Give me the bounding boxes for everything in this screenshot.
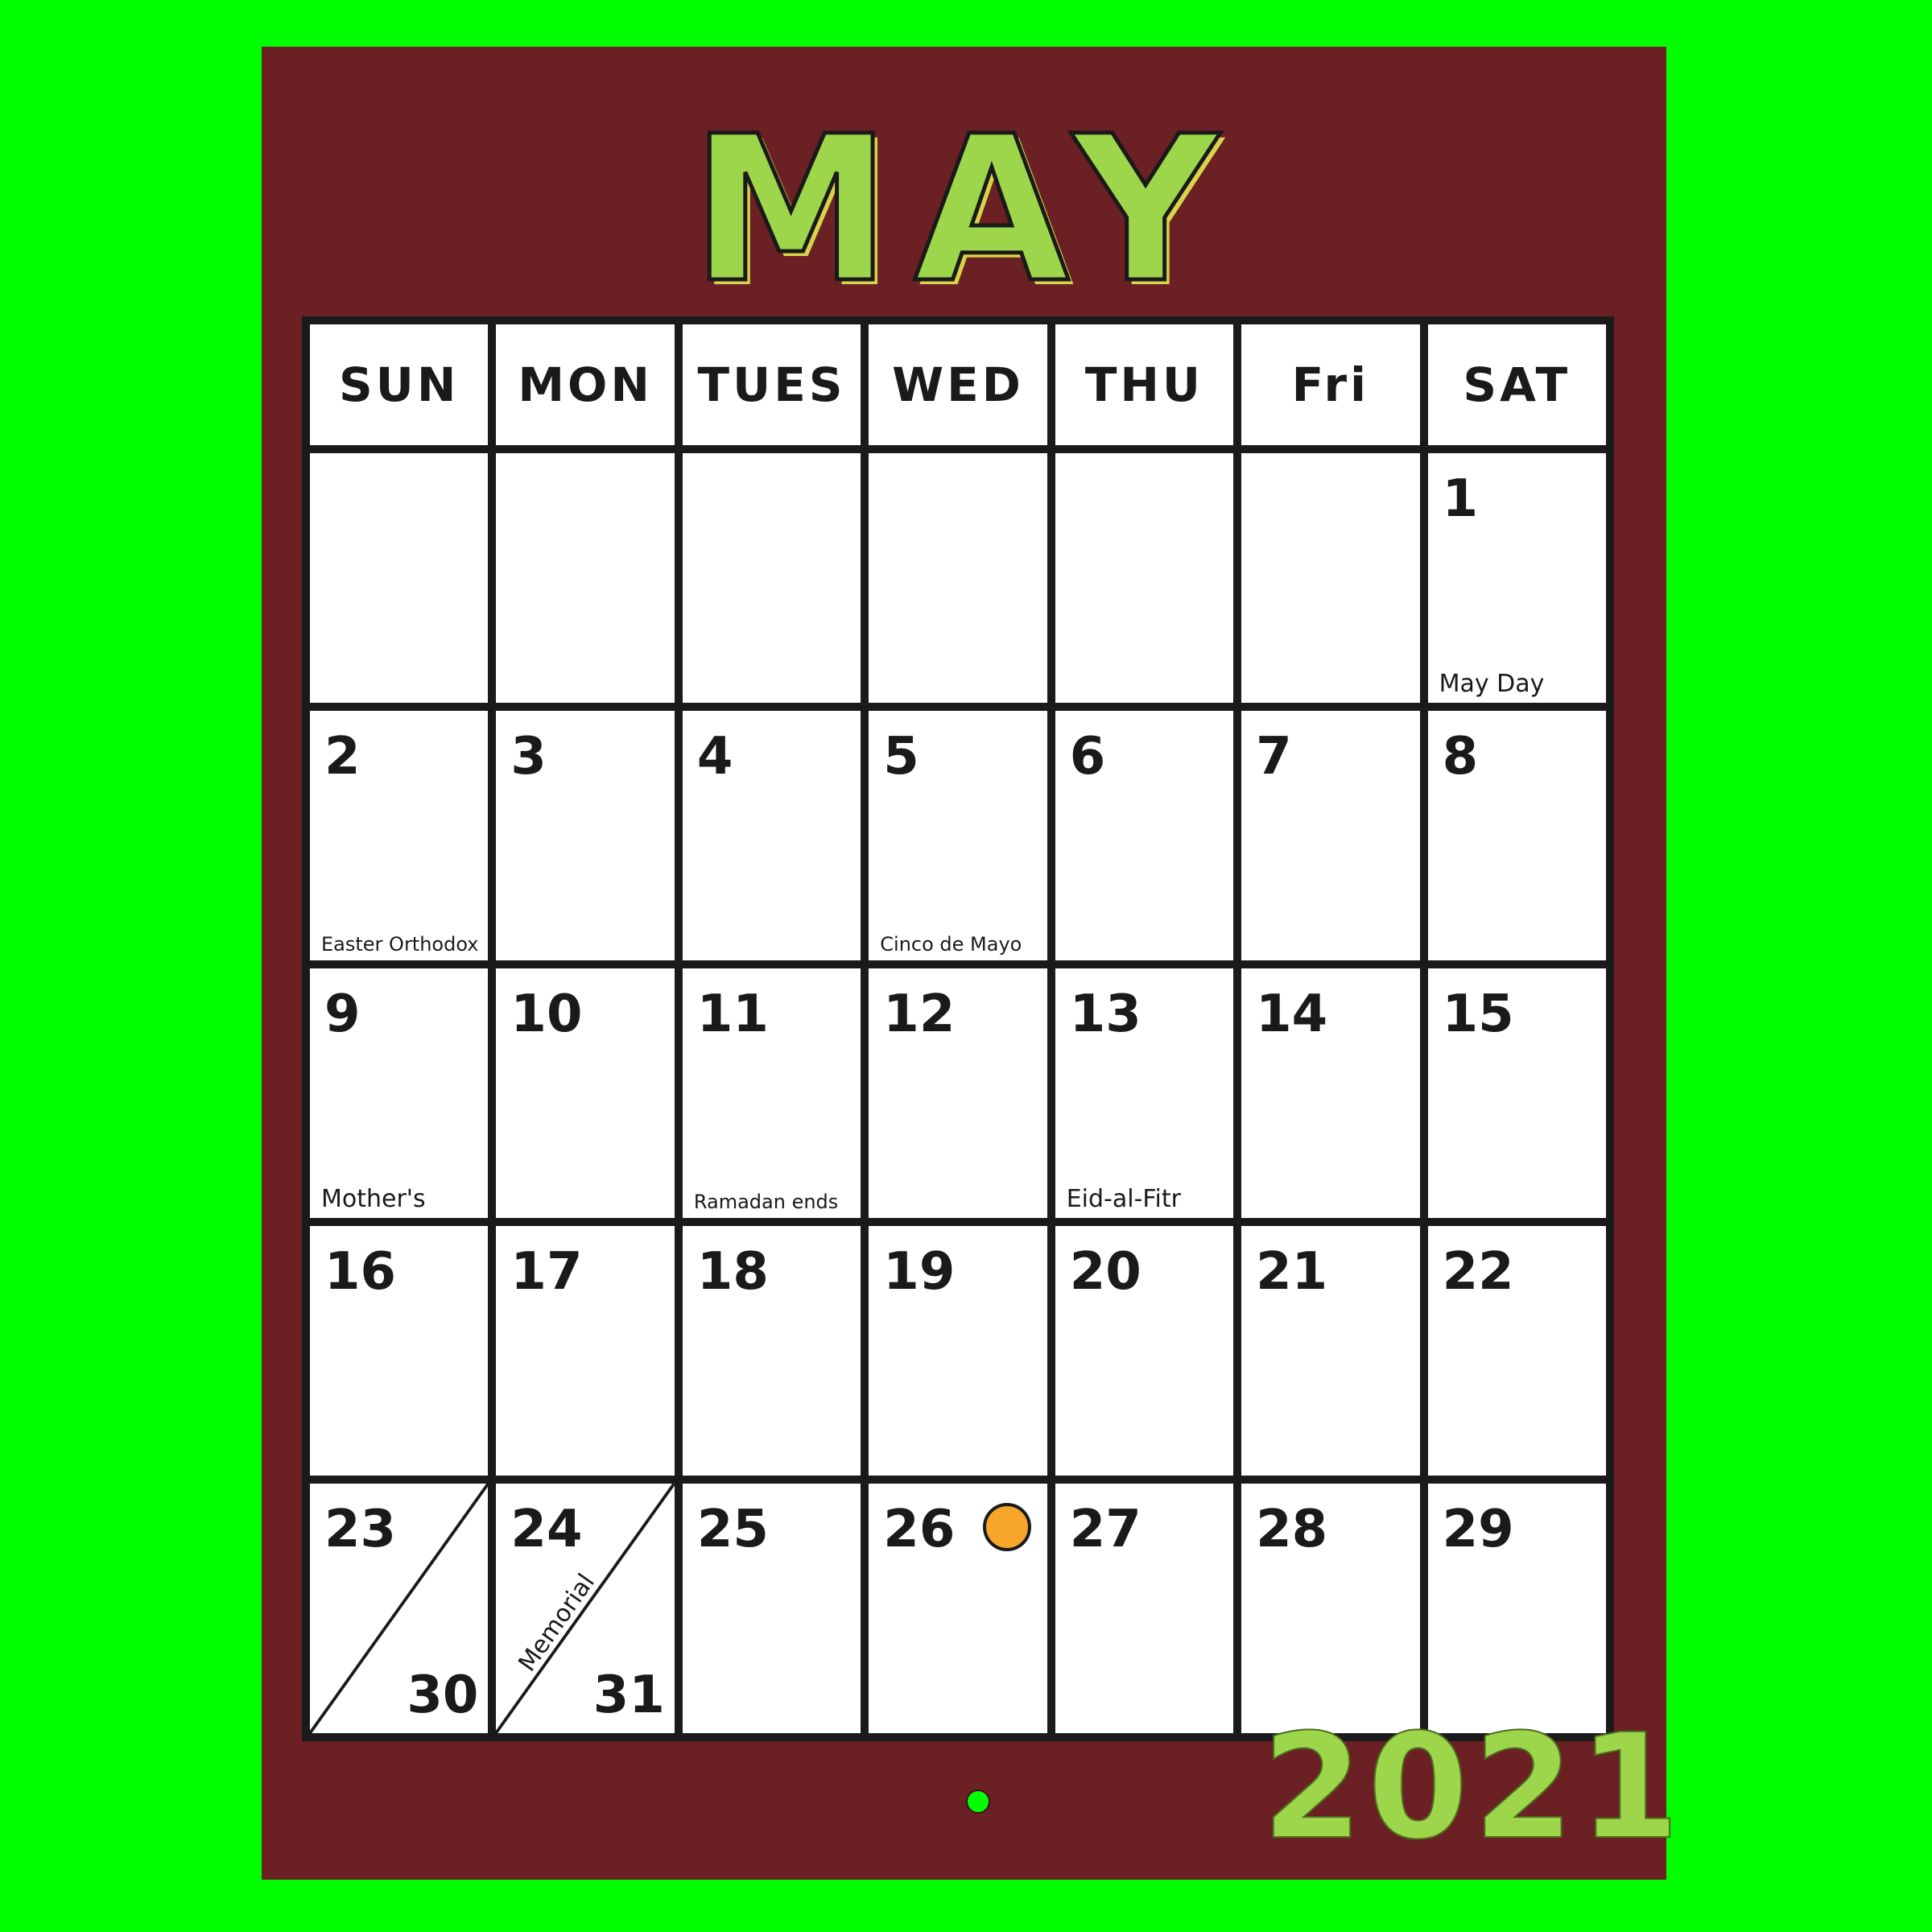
day-number: 5	[883, 727, 919, 786]
day-cell-21: 21	[1241, 1226, 1420, 1476]
weekday-mon: MON	[496, 324, 675, 445]
day-number: 21	[1256, 1242, 1328, 1302]
day-number: 24	[510, 1500, 583, 1559]
holiday-note: Mother's	[321, 1185, 426, 1213]
day-number: 16	[324, 1242, 397, 1302]
day-cell-18: 18	[682, 1226, 861, 1476]
day-cell-empty	[310, 453, 489, 703]
day-cell-8: 8	[1427, 711, 1606, 960]
day-cell-2: 2 Easter Orthodox	[310, 711, 489, 960]
day-cell-24-31: 24 Memorial 31	[496, 1484, 675, 1733]
calendar-grid: SUN MON TUES WED THU Fri SAT 1 May Day 2…	[302, 316, 1614, 1741]
day-number: 10	[510, 985, 583, 1044]
day-number-secondary: 30	[407, 1666, 479, 1725]
day-number: 25	[696, 1500, 769, 1559]
day-number: 9	[324, 985, 361, 1044]
year-label: 2021	[1261, 1703, 1685, 1872]
holiday-note: Eid-al-Fitr	[1066, 1185, 1181, 1213]
day-number: 27	[1069, 1500, 1141, 1559]
day-number: 20	[1069, 1242, 1141, 1302]
day-number-secondary: 31	[592, 1666, 665, 1725]
day-cell-16: 16	[310, 1226, 489, 1476]
day-number: 3	[510, 727, 547, 786]
holiday-note: May Day	[1439, 670, 1545, 698]
day-cell-22: 22	[1427, 1226, 1606, 1476]
full-moon-icon	[982, 1503, 1031, 1551]
day-cell-19: 19	[869, 1226, 1047, 1476]
day-number: 23	[324, 1500, 397, 1559]
day-number: 17	[510, 1242, 583, 1302]
day-cell-17: 17	[496, 1226, 675, 1476]
day-cell-6: 6	[1055, 711, 1234, 960]
day-cell-13: 13 Eid-al-Fitr	[1055, 968, 1234, 1218]
calendar-page: MAY SUN MON TUES WED THU Fri SAT 1 May D…	[262, 47, 1685, 1880]
day-cell-3: 3	[496, 711, 675, 960]
weekday-sat: SAT	[1427, 324, 1606, 445]
month-title: MAY	[689, 92, 1241, 327]
day-number: 1	[1442, 469, 1479, 529]
holiday-note: Ramadan ends	[693, 1191, 839, 1213]
day-cell-5: 5 Cinco de Mayo	[869, 711, 1047, 960]
day-cell-23-30: 23 30	[310, 1484, 489, 1733]
weekday-fri: Fri	[1241, 324, 1420, 445]
day-cell-empty	[869, 453, 1047, 703]
day-number: 28	[1256, 1500, 1328, 1559]
day-cell-9: 9 Mother's	[310, 968, 489, 1218]
day-number: 4	[696, 727, 733, 786]
hanging-hole	[966, 1790, 990, 1814]
day-cell-10: 10	[496, 968, 675, 1218]
day-cell-empty	[1055, 453, 1234, 703]
day-number: 18	[696, 1242, 769, 1302]
weekday-sun: SUN	[310, 324, 489, 445]
day-cell-26: 26	[869, 1484, 1047, 1733]
day-cell-empty	[496, 453, 675, 703]
weekday-wed: WED	[869, 324, 1047, 445]
day-number: 7	[1256, 727, 1292, 786]
day-number: 8	[1442, 727, 1479, 786]
day-number: 13	[1069, 985, 1141, 1044]
day-cell-4: 4	[682, 711, 861, 960]
day-number: 2	[324, 727, 361, 786]
day-cell-empty	[1241, 453, 1420, 703]
day-cell-7: 7	[1241, 711, 1420, 960]
day-cell-29: 29	[1427, 1484, 1606, 1733]
weekday-thu: THU	[1055, 324, 1234, 445]
day-cell-empty	[682, 453, 861, 703]
day-cell-14: 14	[1241, 968, 1420, 1218]
day-number: 12	[883, 985, 956, 1044]
day-cell-12: 12	[869, 968, 1047, 1218]
day-cell-28: 28	[1241, 1484, 1420, 1733]
weekday-tues: TUES	[682, 324, 861, 445]
day-number: 26	[883, 1500, 956, 1559]
day-number: 19	[883, 1242, 956, 1302]
holiday-note: Cinco de Mayo	[880, 933, 1022, 956]
day-cell-27: 27	[1055, 1484, 1234, 1733]
day-number: 15	[1442, 985, 1514, 1044]
day-number: 6	[1069, 727, 1106, 786]
day-cell-20: 20	[1055, 1226, 1234, 1476]
day-cell-15: 15	[1427, 968, 1606, 1218]
day-number: 29	[1442, 1500, 1514, 1559]
day-cell-1: 1 May Day	[1427, 453, 1606, 703]
day-number: 14	[1256, 985, 1328, 1044]
day-cell-11: 11 Ramadan ends	[682, 968, 861, 1218]
day-number: 22	[1442, 1242, 1514, 1302]
day-cell-25: 25	[682, 1484, 861, 1733]
day-number: 11	[696, 985, 769, 1044]
holiday-note: Easter Orthodox	[321, 933, 479, 956]
